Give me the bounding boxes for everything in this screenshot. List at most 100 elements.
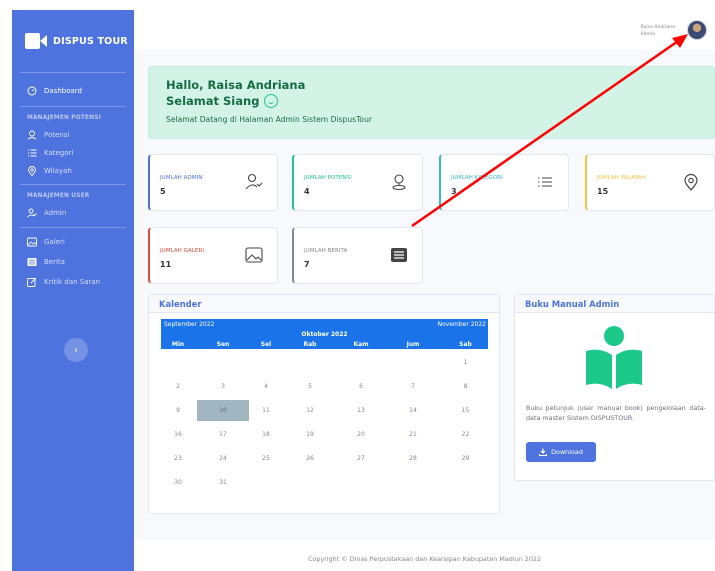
sidebar-item-label: Kritik dan Saran — [44, 278, 101, 286]
calendar-day[interactable]: 24 — [195, 455, 251, 462]
sidebar-item-galeri[interactable]: Galeri — [12, 232, 134, 252]
edit-icon — [27, 277, 37, 287]
sidebar-item-admin[interactable]: Admin — [12, 203, 134, 223]
calendar-grid: 1 2 3 4 5 6 7 8 9 10 11 12 13 14 15 16 17 18 19 20 21 22 23 24 2… — [161, 350, 488, 494]
calendar-day[interactable]: 11 — [251, 407, 281, 414]
calendar-day[interactable]: 10 — [197, 399, 249, 421]
prev-month-link[interactable]: September 2022 — [164, 321, 214, 328]
calendar-day[interactable]: 15 — [443, 407, 488, 414]
calendar: September 2022 November 2022 Oktober 202… — [161, 319, 488, 494]
sidebar-item-kritik[interactable]: Kritik dan Saran — [12, 272, 134, 292]
smiley-icon — [264, 94, 279, 108]
calendar-day[interactable]: 2 — [161, 383, 195, 390]
calendar-day[interactable]: 21 — [383, 431, 443, 438]
calendar-month-nav: September 2022 November 2022 — [161, 319, 488, 330]
calendar-day[interactable]: 27 — [339, 455, 383, 462]
calendar-day[interactable]: 18 — [251, 431, 281, 438]
sidebar-item-wilayah[interactable]: Wilayah — [12, 161, 134, 181]
sidebar-item-label: Galeri — [44, 238, 65, 246]
user-check-icon — [245, 173, 263, 190]
weekday-label: Kam — [353, 340, 369, 348]
newspaper-icon — [27, 258, 37, 266]
sidebar-item-kategori[interactable]: Kategori — [12, 145, 134, 161]
calendar-day[interactable]: 3 — [195, 383, 251, 390]
sidebar-item-label: Kategori — [44, 149, 74, 157]
calendar-day[interactable]: 28 — [383, 455, 443, 462]
welcome-banner: Hallo, Raisa Andriana Selamat Siang Sela… — [148, 66, 715, 139]
weekday-label: Min — [171, 340, 185, 348]
download-label: Download — [551, 448, 583, 456]
calendar-day[interactable]: 16 — [161, 431, 195, 438]
calendar-day[interactable]: 1 — [443, 359, 488, 366]
sidebar-item-label: Berita — [44, 258, 65, 266]
welcome-message: Selamat Datang di Halaman Admin Sistem D… — [166, 115, 373, 124]
calendar-day[interactable]: 19 — [281, 431, 339, 438]
copyright-text: Copyright © Dinas Perpustakaan dan Kears… — [307, 555, 542, 563]
calendar-panel: Kalender September 2022 November 2022 Ok… — [148, 294, 500, 514]
download-button[interactable]: Download — [526, 442, 596, 462]
list-icon — [538, 177, 552, 187]
time-greeting-text: Selamat Siang — [166, 94, 260, 108]
brand[interactable]: DISPUS TOUR — [12, 10, 134, 72]
stat-card-berita[interactable]: JUMLAH BERITA 7 — [292, 227, 423, 284]
calendar-day[interactable]: 9 — [161, 407, 195, 414]
manual-description: Buku petunjuk (user manual book) pengelo… — [526, 404, 706, 422]
calendar-day[interactable]: 20 — [339, 431, 383, 438]
map-pin-icon — [27, 130, 37, 140]
calendar-day[interactable]: 30 — [161, 479, 195, 486]
calendar-day[interactable]: 17 — [195, 431, 251, 438]
calendar-day[interactable]: 23 — [161, 455, 195, 462]
calendar-day[interactable]: 5 — [281, 383, 339, 390]
sidebar-item-berita[interactable]: Berita — [12, 252, 134, 272]
user-info[interactable]: Raisa Andriana Admin — [640, 24, 675, 38]
stat-card-kategori[interactable]: JUMLAH KATEGORI 3 — [439, 154, 569, 211]
calendar-day[interactable]: 22 — [443, 431, 488, 438]
dashboard-gauge-icon — [27, 86, 37, 96]
stat-label: JUMLAH KATEGORI — [451, 175, 503, 181]
stat-value: 11 — [160, 260, 172, 269]
greeting-title: Hallo, Raisa Andriana — [166, 78, 306, 92]
calendar-day[interactable]: 7 — [383, 383, 443, 390]
newspaper-icon — [391, 248, 407, 262]
calendar-day[interactable]: 25 — [251, 455, 281, 462]
stat-card-wilayah[interactable]: JUMLAH WILAYAH 15 — [585, 154, 715, 211]
image-icon — [245, 247, 263, 263]
stat-card-galeri[interactable]: JUMLAH GALERI 11 — [148, 227, 278, 284]
sidebar-item-potensi[interactable]: Potensi — [12, 125, 134, 145]
stat-card-admin[interactable]: JUMLAH ADMIN 5 — [148, 154, 278, 211]
list-icon — [28, 149, 37, 157]
sidebar-item-label: Dashboard — [44, 87, 82, 95]
calendar-day[interactable]: 31 — [195, 479, 251, 486]
user-name: Raisa Andriana — [640, 25, 675, 30]
weekday-label: Jum — [406, 340, 420, 348]
calendar-day[interactable]: 8 — [443, 383, 488, 390]
sidebar-item-label: Wilayah — [44, 167, 72, 175]
book-reader-icon — [586, 326, 642, 389]
location-icon — [684, 173, 698, 191]
calendar-day[interactable]: 26 — [281, 455, 339, 462]
stat-value: 4 — [304, 187, 310, 196]
user-role: Admin — [640, 32, 656, 37]
image-icon — [27, 237, 37, 247]
calendar-day[interactable]: 14 — [383, 407, 443, 414]
calendar-day[interactable]: 6 — [339, 383, 383, 390]
sidebar-item-label: Potensi — [44, 131, 70, 139]
sidebar-toggle-button[interactable]: ‹ — [64, 338, 88, 362]
stat-card-potensi[interactable]: JUMLAH POTENSI 4 — [292, 154, 423, 211]
weekday-label: Sen — [216, 340, 230, 348]
weekday-label: Rab — [303, 340, 317, 348]
sidebar-item-dashboard[interactable]: Dashboard — [12, 81, 134, 101]
manual-title: Buku Manual Admin — [515, 295, 714, 313]
weekday-label: Sab — [459, 340, 472, 348]
topbar: Raisa Andriana Admin — [134, 10, 715, 50]
calendar-day[interactable]: 13 — [339, 407, 383, 414]
calendar-day[interactable]: 4 — [251, 383, 281, 390]
stat-value: 5 — [160, 187, 166, 196]
next-month-link[interactable]: November 2022 — [438, 321, 486, 328]
calendar-day[interactable]: 12 — [281, 407, 339, 414]
calendar-title: Kalender — [149, 295, 499, 313]
manual-panel: Buku Manual Admin Buku petunjuk (user ma… — [514, 294, 715, 481]
avatar[interactable] — [687, 20, 707, 40]
calendar-day[interactable]: 29 — [443, 455, 488, 462]
sidebar: DISPUS TOUR Dashboard MANAJEMEN POTENSI … — [12, 10, 134, 571]
